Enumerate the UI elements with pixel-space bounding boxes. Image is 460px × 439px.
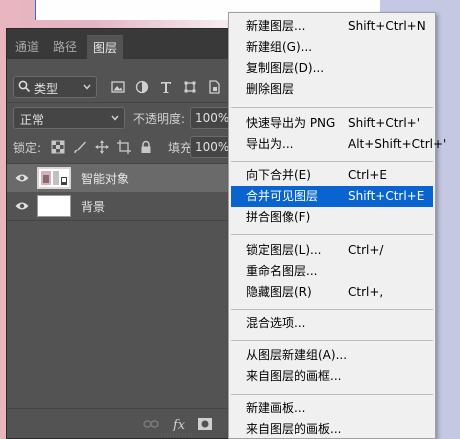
menu-item-label: 来自图层的画框...	[246, 369, 342, 383]
menu-item-export-as[interactable]: 导出为... Alt+Shift+Ctrl+'	[231, 134, 446, 155]
lock-position-icon[interactable]	[95, 140, 109, 154]
filter-adjustment-layers-icon[interactable]	[135, 80, 149, 94]
menu-separator	[231, 309, 433, 310]
menu-separator	[231, 107, 433, 108]
menu-item-label: 拼合图像(F)	[246, 210, 311, 224]
layer-name: 背景	[81, 200, 106, 214]
resize-grip-icon[interactable]	[157, 432, 197, 438]
lock-label: 锁定:	[13, 141, 42, 155]
menu-item-merge-down[interactable]: 向下合并(E) Ctrl+E	[231, 165, 433, 186]
search-icon	[18, 80, 31, 93]
menu-item-label: 重命名图层...	[246, 264, 318, 278]
panel-tab-bar: 通道 路径 图层	[7, 29, 241, 59]
menu-item-label: 导出为...	[246, 137, 294, 151]
svg-text:fx: fx	[172, 418, 186, 431]
menu-separator	[231, 234, 433, 235]
menu-item-new-artboard[interactable]: 新建画板...	[231, 398, 433, 419]
mask-icon[interactable]	[197, 417, 213, 431]
filter-shape-layers-icon[interactable]	[183, 80, 197, 94]
menu-item-shortcut: Alt+Shift+Ctrl+'	[348, 137, 447, 151]
opacity-label: 不透明度:	[133, 112, 186, 126]
divider	[7, 220, 241, 221]
layer-row-background[interactable]: 背景	[7, 192, 241, 220]
menu-item-new-group[interactable]: 新建组(G)...	[231, 37, 433, 58]
menu-item-frame-from-layers[interactable]: 来自图层的画框...	[231, 366, 433, 387]
menu-item-label: 向下合并(E)	[246, 168, 311, 182]
menu-item-shortcut: Shift+Ctrl+N	[348, 19, 426, 33]
menu-item-flatten-image[interactable]: 拼合图像(F)	[231, 207, 433, 228]
layer-name: 智能对象	[81, 172, 130, 186]
lock-artboard-icon[interactable]	[117, 140, 131, 154]
menu-item-shortcut: Shift+Ctrl+'	[348, 116, 421, 130]
menu-item-hide-layers[interactable]: 隐藏图层(R) Ctrl+,	[231, 282, 433, 303]
menu-item-label: 隐藏图层(R)	[246, 285, 312, 299]
layer-filter-value: 类型	[34, 82, 59, 96]
chevron-down-icon	[111, 115, 119, 121]
menu-item-shortcut: Shift+Ctrl+E	[348, 189, 425, 203]
filter-type-layers-icon[interactable]	[159, 80, 173, 94]
menu-separator	[231, 340, 433, 341]
filter-pixel-layers-icon[interactable]	[111, 80, 125, 94]
lock-image-pixels-icon[interactable]	[73, 140, 87, 154]
menu-item-artboard-from-layers[interactable]: 来自图层的画板...	[231, 419, 433, 439]
menu-item-rename-layer[interactable]: 重命名图层...	[231, 261, 433, 282]
menu-item-group-from-layers[interactable]: 从图层新建组(A)...	[231, 345, 433, 366]
menu-item-label: 新建图层...	[246, 19, 306, 33]
visibility-eye-icon[interactable]	[15, 173, 29, 183]
tab-paths[interactable]: 路径	[47, 35, 83, 59]
menu-item-delete-layer[interactable]: 删除图层	[231, 79, 433, 100]
menu-item-new-layer[interactable]: 新建图层... Shift+Ctrl+N	[231, 16, 433, 37]
lock-transparent-pixels-icon[interactable]	[51, 140, 65, 154]
blend-mode-select[interactable]: 正常	[13, 107, 125, 129]
menu-item-lock-layers[interactable]: 锁定图层(L)... Ctrl+/	[231, 240, 433, 261]
menu-item-label: 来自图层的画板...	[246, 422, 342, 436]
layers-context-menu: 新建图层... Shift+Ctrl+N 新建组(G)... 复制图层(D)..…	[228, 12, 446, 439]
visibility-eye-icon[interactable]	[15, 201, 29, 211]
lock-all-icon[interactable]	[139, 140, 153, 154]
layer-row-smart-object[interactable]: 智能对象	[7, 164, 241, 192]
menu-separator	[231, 394, 433, 395]
tab-channels[interactable]: 通道	[9, 35, 45, 59]
link-icon[interactable]	[143, 417, 159, 431]
layer-thumbnail[interactable]	[37, 167, 71, 189]
menu-item-merge-visible[interactable]: 合并可见图层 Shift+Ctrl+E	[231, 186, 433, 207]
smart-object-thumbnail-image	[39, 169, 69, 187]
menu-item-shortcut: Ctrl+,	[348, 285, 384, 299]
menu-item-duplicate-layer[interactable]: 复制图层(D)...	[231, 58, 433, 79]
tab-layers[interactable]: 图层	[87, 35, 124, 59]
menu-item-label: 复制图层(D)...	[246, 61, 325, 75]
menu-item-label: 删除图层	[246, 82, 295, 96]
layer-filter-select[interactable]: 类型	[13, 76, 97, 98]
fx-icon[interactable]: fx	[172, 417, 188, 431]
divider	[7, 102, 241, 103]
menu-item-label: 快速导出为 PNG	[246, 116, 336, 130]
panel-bottom-toolbar: fx	[7, 408, 241, 438]
chevron-down-icon	[83, 84, 91, 90]
layers-panel: 通道 路径 图层 类型 正常 不透明度: 100% 锁定: 填充: 100% 智…	[6, 28, 242, 439]
menu-item-quick-export-png[interactable]: 快速导出为 PNG Shift+Ctrl+'	[231, 113, 433, 134]
menu-item-shortcut: Ctrl+E	[348, 168, 387, 182]
menu-item-label: 新建组(G)...	[246, 40, 313, 54]
menu-separator	[231, 161, 433, 162]
menu-item-label: 合并可见图层	[246, 189, 319, 203]
layer-thumbnail[interactable]	[37, 195, 71, 217]
menu-item-label: 锁定图层(L)...	[246, 243, 322, 257]
blend-mode-value: 正常	[20, 113, 45, 127]
menu-item-label: 从图层新建组(A)...	[246, 348, 348, 362]
menu-item-blending-options[interactable]: 混合选项...	[231, 313, 433, 334]
filter-smart-object-icon[interactable]	[207, 80, 221, 94]
menu-item-label: 混合选项...	[246, 316, 306, 330]
menu-item-shortcut: Ctrl+/	[348, 243, 384, 257]
menu-item-label: 新建画板...	[246, 401, 306, 415]
